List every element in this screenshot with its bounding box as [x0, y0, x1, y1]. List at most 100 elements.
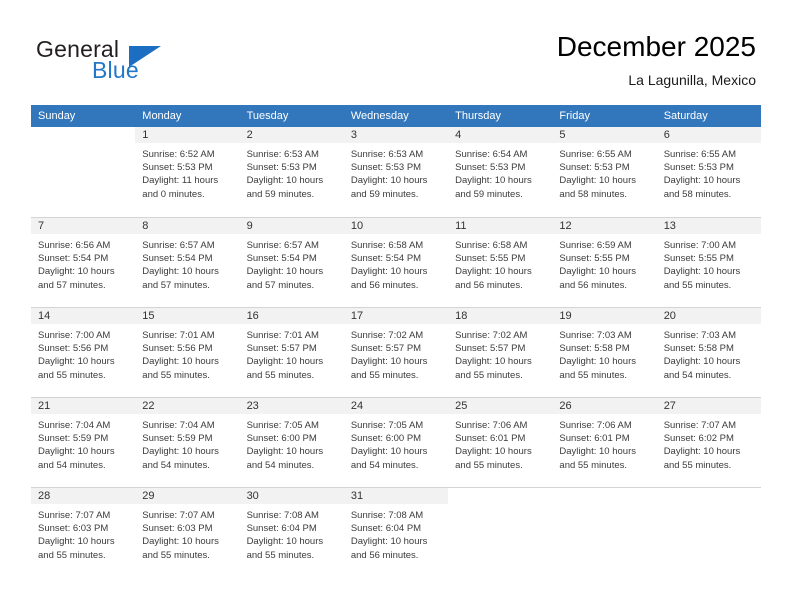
general-blue-logo[interactable]: General Blue [36, 36, 236, 92]
sunset-text: Sunset: 5:59 PM [142, 433, 213, 445]
day-number: 14 [31, 308, 136, 324]
calendar-day-cell[interactable] [656, 487, 761, 577]
calendar-day-cell[interactable] [31, 127, 136, 217]
day-cell-inner: 9 Sunrise: 6:57 AM Sunset: 5:54 PM Dayli… [239, 217, 344, 307]
daylight-text-line1: Daylight: 10 hours [455, 266, 532, 278]
daylight-text-line1: Daylight: 10 hours [455, 356, 532, 368]
day-number: 2 [239, 127, 344, 143]
calendar-day-cell[interactable]: 27 Sunrise: 7:07 AM Sunset: 6:02 PM Dayl… [656, 397, 761, 487]
calendar-day-cell[interactable]: 15 Sunrise: 7:01 AM Sunset: 5:56 PM Dayl… [135, 307, 240, 397]
daylight-text-line1: Daylight: 10 hours [663, 446, 741, 458]
weekday-header-sunday: Sunday [31, 105, 136, 127]
daylight-text-line2: and 55 minutes. [246, 369, 315, 381]
calendar-day-cell[interactable]: 19 Sunrise: 7:03 AM Sunset: 5:58 PM Dayl… [552, 307, 657, 397]
calendar-day-cell[interactable]: 1 Sunrise: 6:52 AM Sunset: 5:53 PM Dayli… [135, 127, 240, 217]
day-number: 17 [343, 308, 449, 324]
calendar-body: 1 Sunrise: 6:52 AM Sunset: 5:53 PM Dayli… [31, 127, 761, 577]
calendar-day-cell[interactable] [552, 487, 657, 577]
calendar-day-cell[interactable]: 2 Sunrise: 6:53 AM Sunset: 5:53 PM Dayli… [239, 127, 344, 217]
day-info: Sunrise: 7:04 AM Sunset: 5:59 PM Dayligh… [135, 414, 239, 472]
daylight-text-line2: and 58 minutes. [663, 188, 732, 200]
daylight-text-line1: Daylight: 10 hours [38, 356, 115, 368]
calendar-day-cell[interactable]: 23 Sunrise: 7:05 AM Sunset: 6:00 PM Dayl… [239, 397, 344, 487]
day-cell-inner [552, 487, 657, 577]
day-number: 22 [135, 398, 240, 414]
calendar-day-cell[interactable]: 26 Sunrise: 7:06 AM Sunset: 6:01 PM Dayl… [552, 397, 657, 487]
calendar-day-cell[interactable]: 14 Sunrise: 7:00 AM Sunset: 5:56 PM Dayl… [31, 307, 136, 397]
calendar-day-cell[interactable]: 9 Sunrise: 6:57 AM Sunset: 5:54 PM Dayli… [239, 217, 344, 307]
sunset-text: Sunset: 5:55 PM [559, 253, 630, 265]
calendar-day-cell[interactable]: 5 Sunrise: 6:55 AM Sunset: 5:53 PM Dayli… [552, 127, 657, 217]
day-number: 7 [31, 218, 136, 234]
calendar-day-cell[interactable]: 24 Sunrise: 7:05 AM Sunset: 6:00 PM Dayl… [343, 397, 449, 487]
calendar-day-cell[interactable]: 29 Sunrise: 7:07 AM Sunset: 6:03 PM Dayl… [135, 487, 240, 577]
calendar-day-cell[interactable]: 7 Sunrise: 6:56 AM Sunset: 5:54 PM Dayli… [31, 217, 136, 307]
daylight-text-line2: and 55 minutes. [455, 459, 523, 471]
day-number: 28 [31, 488, 136, 504]
calendar-week-row: 28 Sunrise: 7:07 AM Sunset: 6:03 PM Dayl… [31, 487, 761, 577]
day-cell-inner: 25 Sunrise: 7:06 AM Sunset: 6:01 PM Dayl… [448, 397, 553, 487]
daylight-text-line2: and 0 minutes. [142, 188, 205, 200]
daylight-text-line1: Daylight: 10 hours [559, 446, 636, 458]
day-number: 21 [31, 398, 136, 414]
day-cell-inner: 13 Sunrise: 7:00 AM Sunset: 5:55 PM Dayl… [656, 217, 761, 307]
calendar-day-cell[interactable]: 4 Sunrise: 6:54 AM Sunset: 5:53 PM Dayli… [448, 127, 553, 217]
day-info: Sunrise: 7:08 AM Sunset: 6:04 PM Dayligh… [240, 504, 344, 562]
calendar-day-cell[interactable]: 16 Sunrise: 7:01 AM Sunset: 5:57 PM Dayl… [239, 307, 344, 397]
daylight-text-line2: and 54 minutes. [246, 459, 315, 471]
day-cell-inner: 2 Sunrise: 6:53 AM Sunset: 5:53 PM Dayli… [239, 127, 344, 217]
day-info: Sunrise: 6:53 AM Sunset: 5:53 PM Dayligh… [240, 143, 344, 201]
day-info: Sunrise: 7:07 AM Sunset: 6:03 PM Dayligh… [31, 504, 135, 562]
sunrise-text: Sunrise: 6:57 AM [142, 240, 215, 251]
calendar-day-cell[interactable]: 8 Sunrise: 6:57 AM Sunset: 5:54 PM Dayli… [135, 217, 240, 307]
sunset-text: Sunset: 5:54 PM [246, 253, 317, 265]
sunrise-text: Sunrise: 7:07 AM [38, 510, 111, 521]
sunset-text: Sunset: 6:01 PM [455, 433, 526, 445]
daylight-text-line2: and 55 minutes. [38, 369, 106, 381]
daylight-text-line1: Daylight: 10 hours [455, 175, 532, 187]
day-info: Sunrise: 6:54 AM Sunset: 5:53 PM Dayligh… [448, 143, 552, 201]
calendar-day-cell[interactable]: 20 Sunrise: 7:03 AM Sunset: 5:58 PM Dayl… [656, 307, 761, 397]
calendar-day-cell[interactable]: 12 Sunrise: 6:59 AM Sunset: 5:55 PM Dayl… [552, 217, 657, 307]
daylight-text-line1: Daylight: 10 hours [350, 356, 428, 368]
calendar-day-cell[interactable]: 31 Sunrise: 7:08 AM Sunset: 6:04 PM Dayl… [343, 487, 449, 577]
sunrise-text: Sunrise: 7:02 AM [455, 330, 528, 341]
calendar-day-cell[interactable]: 30 Sunrise: 7:08 AM Sunset: 6:04 PM Dayl… [239, 487, 344, 577]
calendar-day-cell[interactable]: 21 Sunrise: 7:04 AM Sunset: 5:59 PM Dayl… [31, 397, 136, 487]
calendar-day-cell[interactable] [448, 487, 553, 577]
day-number: 20 [656, 308, 761, 324]
day-info [448, 504, 552, 509]
day-info [657, 504, 761, 509]
daylight-text-line1: Daylight: 10 hours [38, 266, 115, 278]
calendar-week-row: 14 Sunrise: 7:00 AM Sunset: 5:56 PM Dayl… [31, 307, 761, 397]
calendar-day-cell[interactable]: 22 Sunrise: 7:04 AM Sunset: 5:59 PM Dayl… [135, 397, 240, 487]
sunrise-text: Sunrise: 7:08 AM [246, 510, 319, 521]
calendar-day-cell[interactable]: 3 Sunrise: 6:53 AM Sunset: 5:53 PM Dayli… [343, 127, 449, 217]
daylight-text-line2: and 54 minutes. [350, 459, 419, 471]
day-info: Sunrise: 7:07 AM Sunset: 6:03 PM Dayligh… [135, 504, 239, 562]
day-number: 1 [135, 127, 240, 143]
daylight-text-line1: Daylight: 10 hours [246, 175, 324, 187]
daylight-text-line1: Daylight: 10 hours [559, 175, 636, 187]
day-number: 27 [656, 398, 761, 414]
daylight-text-line2: and 55 minutes. [559, 459, 628, 471]
calendar-day-cell[interactable]: 17 Sunrise: 7:02 AM Sunset: 5:57 PM Dayl… [343, 307, 449, 397]
calendar-day-cell[interactable]: 11 Sunrise: 6:58 AM Sunset: 5:55 PM Dayl… [448, 217, 553, 307]
calendar-day-cell[interactable]: 10 Sunrise: 6:58 AM Sunset: 5:54 PM Dayl… [343, 217, 449, 307]
daylight-text-line1: Daylight: 10 hours [38, 536, 115, 548]
sunrise-text: Sunrise: 6:56 AM [38, 240, 111, 251]
daylight-text-line2: and 56 minutes. [455, 279, 523, 291]
calendar-day-cell[interactable]: 18 Sunrise: 7:02 AM Sunset: 5:57 PM Dayl… [448, 307, 553, 397]
daylight-text-line2: and 54 minutes. [663, 369, 732, 381]
calendar-week-row: 7 Sunrise: 6:56 AM Sunset: 5:54 PM Dayli… [31, 217, 761, 307]
calendar-day-cell[interactable]: 25 Sunrise: 7:06 AM Sunset: 6:01 PM Dayl… [448, 397, 553, 487]
sunrise-text: Sunrise: 6:53 AM [350, 149, 424, 160]
day-number: 23 [239, 398, 344, 414]
calendar-day-cell[interactable]: 28 Sunrise: 7:07 AM Sunset: 6:03 PM Dayl… [31, 487, 136, 577]
daylight-text-line1: Daylight: 10 hours [246, 446, 324, 458]
calendar-day-cell[interactable]: 13 Sunrise: 7:00 AM Sunset: 5:55 PM Dayl… [656, 217, 761, 307]
weekday-header-tuesday: Tuesday [239, 105, 344, 127]
calendar-day-cell[interactable]: 6 Sunrise: 6:55 AM Sunset: 5:53 PM Dayli… [656, 127, 761, 217]
page-header: General Blue December 2025 La Lagunilla,… [0, 0, 792, 104]
daylight-text-line1: Daylight: 10 hours [142, 536, 219, 548]
